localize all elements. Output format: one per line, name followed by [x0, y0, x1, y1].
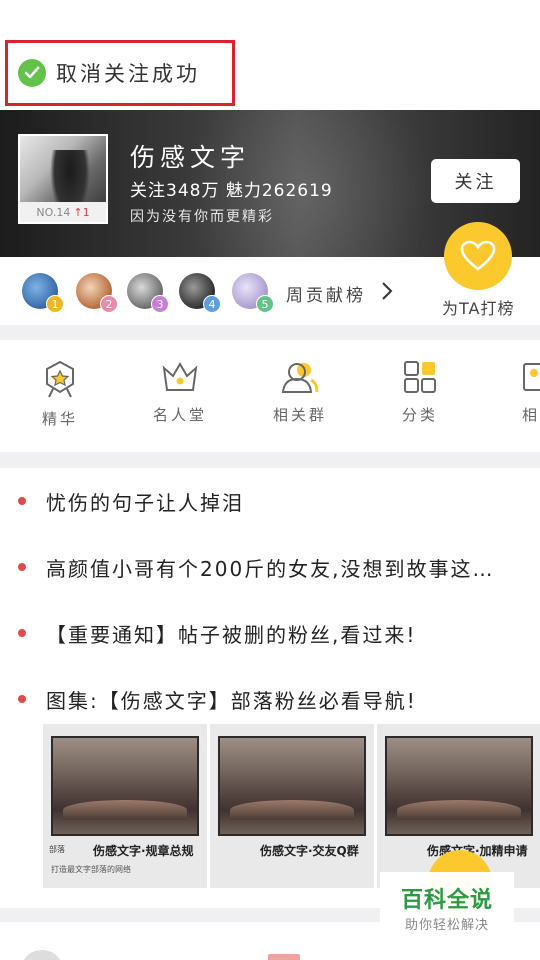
bullet-dot: [18, 695, 26, 703]
watermark: 百科全说 助你轻松解决: [380, 872, 514, 934]
category-groups[interactable]: 相关群: [255, 360, 345, 425]
chevron-right-icon[interactable]: [380, 281, 394, 301]
follow-button[interactable]: 关注: [431, 159, 520, 203]
category-classify[interactable]: 分类: [375, 360, 465, 425]
cheer-button[interactable]: [444, 222, 512, 290]
status-badge: [268, 954, 300, 960]
fan-avatar-4[interactable]: 4: [179, 273, 221, 313]
category-bar: 精华 名人堂 相关群 分类 相: [0, 340, 540, 452]
section-divider: [0, 325, 540, 340]
group-icon: [281, 363, 319, 393]
album-thumb-1[interactable]: 部落 伤感文字·规章总规 打造最文字部落的网络: [43, 724, 207, 888]
post-item[interactable]: 【重要通知】帖子被删的粉丝,看过来!: [0, 608, 540, 658]
rank-badge-5: 5: [256, 295, 274, 313]
fan-avatar-2[interactable]: 2: [76, 273, 118, 313]
post-item[interactable]: 忧伤的句子让人掉泪: [0, 476, 540, 526]
forum-stats: 关注348万 魅力262619: [130, 181, 333, 201]
post-title: 高颜值小哥有个200斤的女友,没想到故事这…: [46, 556, 495, 581]
watermark-title: 百科全说: [400, 888, 493, 913]
thumb-photo: [385, 736, 533, 836]
avatar[interactable]: [20, 950, 64, 960]
thumb-photo: [218, 736, 366, 836]
rank-badge-2: 2: [100, 295, 118, 313]
thumb-subtext: 打造最文字部落的网络: [51, 865, 131, 874]
post-title: 图集:【伤感文字】部落粉丝必看导航!: [46, 688, 417, 713]
rank-label: NO.14: [36, 205, 71, 219]
crown-icon: [162, 362, 198, 391]
bullet-dot: [18, 497, 26, 505]
check-icon: [18, 59, 46, 87]
forum-name: 伤感文字: [130, 143, 251, 172]
post-title: 【重要通知】帖子被删的粉丝,看过来!: [46, 622, 417, 647]
grid-icon: [404, 361, 436, 393]
cheer-label[interactable]: 为TA打榜: [442, 295, 514, 319]
rank-badge-1: 1: [46, 295, 64, 313]
unfollow-toast: 取消关注成功: [5, 40, 235, 106]
thumb-caption: 伤感文字·交友Q群: [260, 844, 359, 858]
rank-badge: NO.14 ↑1: [20, 202, 106, 222]
fan-avatar-5[interactable]: 5: [232, 273, 274, 313]
rank-badge-4: 4: [203, 295, 221, 313]
medal-icon: [46, 360, 74, 398]
bullet-dot: [18, 629, 26, 637]
category-label: 相: [522, 406, 540, 424]
feed-item-peek[interactable]: [0, 936, 540, 960]
pinned-posts: 忧伤的句子让人掉泪 高颜值小哥有个200斤的女友,没想到故事这… 【重要通知】帖…: [0, 468, 540, 908]
fan-avatar-1[interactable]: 1: [22, 273, 64, 313]
section-divider: [0, 452, 540, 468]
toast-area: 取消关注成功: [0, 0, 540, 110]
rank-badge-3: 3: [151, 295, 169, 313]
toast-text: 取消关注成功: [56, 62, 200, 86]
category-featured[interactable]: 精华: [15, 360, 105, 429]
category-album[interactable]: 相: [496, 360, 540, 425]
album-thumb-2[interactable]: 伤感文字·交友Q群: [210, 724, 374, 888]
heart-icon: [460, 240, 496, 271]
category-label: 分类: [401, 406, 438, 424]
fan-avatar-3[interactable]: 3: [127, 273, 169, 313]
post-item[interactable]: 高颜值小哥有个200斤的女友,没想到故事这…: [0, 542, 540, 592]
rank-change: ↑1: [73, 205, 90, 219]
category-label: 相关群: [272, 406, 327, 424]
thumb-caption: 伤感文字·规章总规: [93, 844, 194, 858]
post-title: 忧伤的句子让人掉泪: [46, 490, 244, 515]
category-label: 名人堂: [152, 406, 207, 424]
thumb-photo: [51, 736, 199, 836]
weekly-contribution-label[interactable]: 周贡献榜: [286, 281, 366, 306]
watermark-subtitle: 助你轻松解决: [404, 918, 489, 933]
category-hall-of-fame[interactable]: 名人堂: [135, 360, 225, 425]
bullet-dot: [18, 563, 26, 571]
photo-icon: [523, 363, 540, 391]
thumb-tag: 部落: [49, 845, 65, 854]
forum-slogan: 因为没有你而更精彩: [130, 209, 274, 225]
post-item[interactable]: 图集:【伤感文字】部落粉丝必看导航!: [0, 674, 540, 724]
category-label: 精华: [41, 410, 78, 428]
forum-cover-image[interactable]: NO.14 ↑1: [18, 134, 108, 224]
